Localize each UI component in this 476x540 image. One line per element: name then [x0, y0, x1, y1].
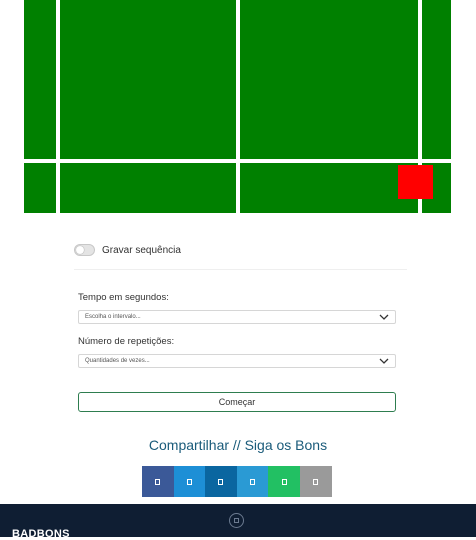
time-select-value: Escolha o intervalo...	[85, 314, 141, 320]
share-buttons	[142, 466, 332, 497]
share-button-facebook[interactable]	[142, 466, 174, 497]
share-button-whatsapp[interactable]	[268, 466, 300, 497]
start-button[interactable]: Começar	[78, 392, 396, 412]
share-button-email[interactable]	[299, 466, 332, 497]
badminton-court[interactable]	[24, 0, 451, 213]
telegram-icon	[250, 478, 256, 485]
whatsapp-icon	[281, 478, 287, 485]
time-select[interactable]: Escolha o intervalo...	[78, 310, 396, 324]
court-line-center	[236, 0, 240, 213]
chevron-down-icon	[379, 358, 389, 364]
target-marker	[398, 165, 433, 199]
linkedin-icon	[218, 478, 224, 485]
share-button-twitter[interactable]	[173, 466, 206, 497]
chevron-down-icon	[379, 314, 389, 320]
footer: BADBONS	[0, 504, 476, 540]
record-sequence-toggle[interactable]	[74, 244, 95, 256]
share-button-telegram[interactable]	[236, 466, 269, 497]
share-button-linkedin[interactable]	[205, 466, 237, 497]
reps-label: Número de repetições:	[78, 336, 175, 347]
share-title: Compartilhar // Siga os Bons	[148, 437, 328, 453]
court-line-service	[24, 159, 451, 163]
footer-brand: BADBONS	[12, 528, 70, 540]
facebook-icon	[155, 478, 161, 485]
record-sequence-row: Gravar sequência	[74, 242, 181, 258]
reps-select[interactable]: Quantidades de vezes...	[78, 354, 396, 368]
court-line-left-sideline	[56, 0, 60, 213]
scroll-top-icon[interactable]	[229, 513, 244, 528]
time-label: Tempo em segundos:	[78, 292, 169, 303]
divider	[74, 269, 407, 270]
reps-select-value: Quantidades de vezes...	[85, 358, 150, 364]
email-icon	[313, 478, 319, 485]
twitter-icon	[186, 478, 192, 485]
toggle-knob	[76, 246, 84, 254]
record-sequence-label: Gravar sequência	[102, 244, 181, 256]
